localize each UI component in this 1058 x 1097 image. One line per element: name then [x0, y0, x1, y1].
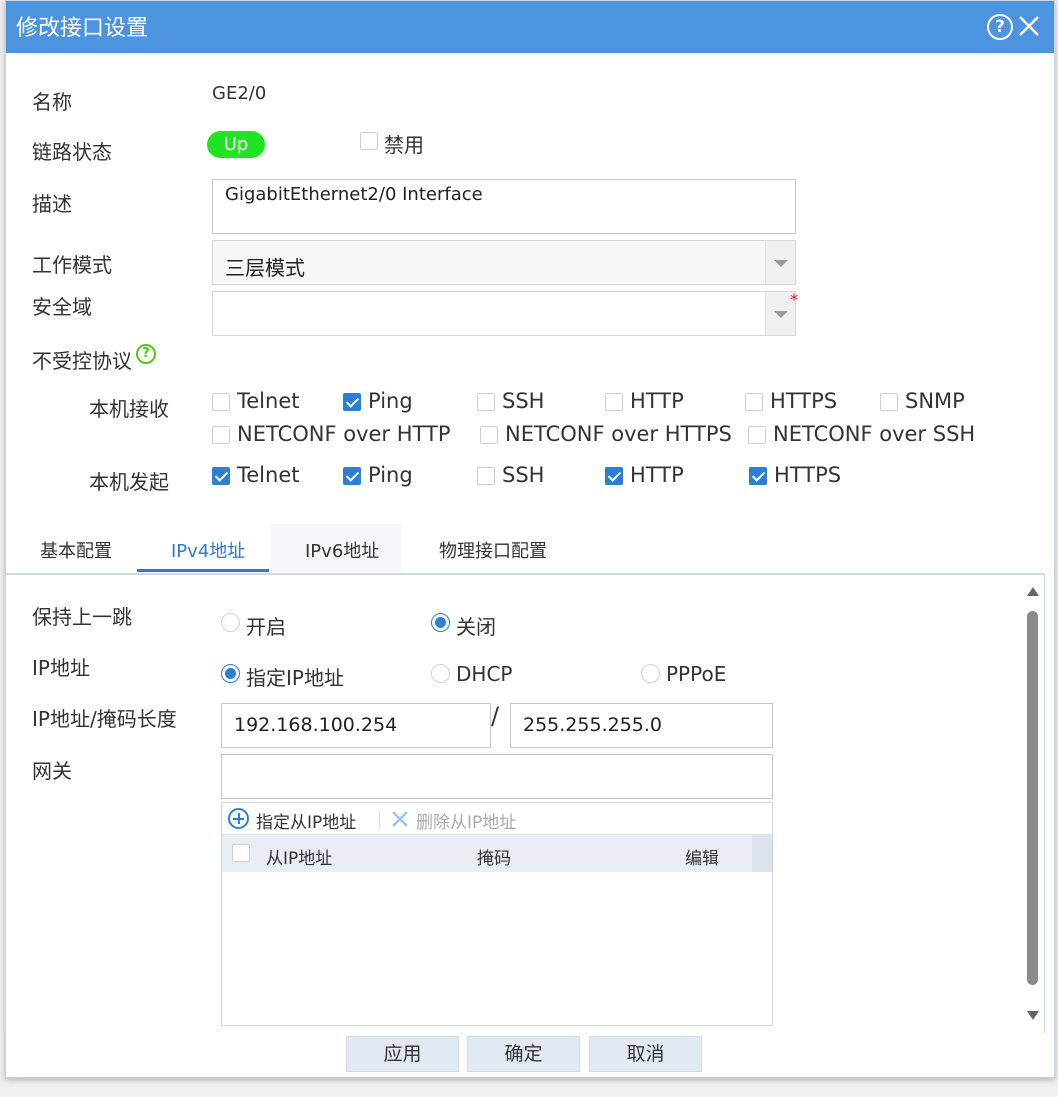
- receive-telnet-checkbox[interactable]: [212, 393, 230, 411]
- ip-mask-label: IP地址/掩码长度: [32, 707, 177, 731]
- scroll-up-arrow-icon[interactable]: [1027, 587, 1039, 596]
- work-mode-label: 工作模式: [32, 253, 112, 277]
- local-receive-label: 本机接收: [89, 397, 169, 421]
- receive-ssh-checkbox[interactable]: [477, 393, 495, 411]
- ip-pppoe-label: PPPoE: [666, 662, 727, 686]
- receive-snmp-label: SNMP: [905, 389, 965, 413]
- required-mark: *: [790, 290, 798, 309]
- cancel-button[interactable]: 取消: [589, 1036, 702, 1072]
- ip-mask-separator: /: [491, 702, 500, 730]
- add-secondary-ip-button[interactable]: 指定从IP地址: [256, 808, 356, 833]
- receive-http-label: HTTP: [630, 389, 684, 413]
- ip-address-input[interactable]: 192.168.100.254: [221, 703, 491, 748]
- description-textarea[interactable]: GigabitEthernet2/0 Interface: [212, 179, 796, 234]
- security-zone-label: 安全域: [32, 295, 92, 319]
- header-scroll-column: [752, 835, 772, 872]
- tab-ipv6[interactable]: IPv6地址: [305, 537, 379, 563]
- receive-netconf-https-checkbox[interactable]: [480, 426, 498, 444]
- initiate-ping-checkbox[interactable]: [343, 467, 361, 485]
- ip-dhcp-radio[interactable]: [431, 664, 450, 683]
- receive-https-checkbox[interactable]: [745, 393, 763, 411]
- tab-physical-config[interactable]: 物理接口配置: [439, 537, 547, 563]
- receive-ping-checkbox[interactable]: [343, 393, 361, 411]
- link-status-badge: Up: [207, 131, 265, 158]
- ip-address-value: 192.168.100.254: [234, 714, 398, 736]
- receive-http-checkbox[interactable]: [605, 393, 623, 411]
- link-status-label: 链路状态: [32, 140, 112, 164]
- question-help-icon[interactable]: ?: [136, 344, 156, 364]
- delete-x-icon: [392, 811, 408, 827]
- initiate-https-checkbox[interactable]: [749, 467, 767, 485]
- keep-hop-on-radio[interactable]: [221, 613, 240, 632]
- ip-static-radio[interactable]: [221, 664, 240, 683]
- initiate-telnet-label: Telnet: [237, 463, 300, 487]
- active-tab-indicator: [137, 569, 269, 572]
- column-mask: 掩码: [477, 849, 511, 869]
- gateway-input[interactable]: [221, 754, 773, 799]
- ip-address-label: IP地址: [32, 656, 90, 680]
- column-secondary-ip: 从IP地址: [266, 849, 333, 869]
- toolbar-separator: [379, 811, 380, 828]
- receive-telnet-label: Telnet: [237, 389, 300, 413]
- ip-pppoe-radio[interactable]: [641, 664, 660, 683]
- security-zone-select[interactable]: [212, 291, 796, 336]
- receive-snmp-checkbox[interactable]: [880, 393, 898, 411]
- scroll-thumb[interactable]: [1027, 611, 1038, 985]
- mask-value: 255.255.255.0: [523, 714, 663, 736]
- keep-hop-label: 保持上一跳: [32, 605, 132, 629]
- ip-dhcp-label: DHCP: [456, 662, 513, 686]
- initiate-http-label: HTTP: [630, 463, 684, 487]
- apply-button[interactable]: 应用: [346, 1036, 459, 1072]
- description-label: 描述: [32, 192, 72, 216]
- dialog-titlebar: 修改接口设置 ?: [6, 1, 1054, 53]
- receive-netconf-https-label: NETCONF over HTTPS: [505, 422, 732, 446]
- receive-ping-label: Ping: [368, 389, 413, 413]
- description-value: GigabitEthernet2/0 Interface: [225, 184, 483, 205]
- keep-hop-off-radio[interactable]: [431, 613, 450, 632]
- receive-netconf-ssh-checkbox[interactable]: [748, 426, 766, 444]
- chevron-down-icon: [765, 241, 795, 284]
- secondary-ip-toolbar: 指定从IP地址 删除从IP地址: [222, 803, 772, 835]
- column-edit: 编辑: [685, 849, 719, 869]
- ok-button[interactable]: 确定: [467, 1036, 580, 1072]
- tab-ipv4[interactable]: IPv4地址: [171, 537, 245, 563]
- scroll-down-arrow-icon[interactable]: [1027, 1011, 1039, 1020]
- initiate-ssh-label: SSH: [502, 463, 545, 487]
- name-value: GE2/0: [212, 83, 267, 104]
- disable-checkbox[interactable]: [360, 132, 378, 150]
- add-circle-icon[interactable]: [228, 808, 249, 829]
- receive-ssh-label: SSH: [502, 389, 545, 413]
- receive-netconf-ssh-label: NETCONF over SSH: [773, 422, 976, 446]
- initiate-ssh-checkbox[interactable]: [477, 467, 495, 485]
- name-label: 名称: [32, 90, 72, 114]
- secondary-ip-table: 指定从IP地址 删除从IP地址 从IP地址 掩码 编辑: [221, 802, 773, 1026]
- help-icon[interactable]: ?: [987, 14, 1013, 40]
- initiate-http-checkbox[interactable]: [605, 467, 623, 485]
- receive-netconf-http-checkbox[interactable]: [212, 426, 230, 444]
- panel-scrollbar[interactable]: [1024, 585, 1042, 1025]
- ip-static-label: 指定IP地址: [246, 666, 344, 690]
- gateway-label: 网关: [32, 759, 72, 783]
- uncontrolled-protocol-label: 不受控协议: [32, 349, 132, 373]
- initiate-ping-label: Ping: [368, 463, 413, 487]
- select-all-checkbox[interactable]: [232, 844, 250, 862]
- receive-netconf-http-label: NETCONF over HTTP: [237, 422, 451, 446]
- initiate-https-label: HTTPS: [774, 463, 842, 487]
- mask-input[interactable]: 255.255.255.0: [510, 703, 773, 748]
- delete-secondary-ip-button[interactable]: 删除从IP地址: [416, 808, 516, 833]
- work-mode-value: 三层模式: [225, 256, 305, 280]
- initiate-telnet-checkbox[interactable]: [212, 467, 230, 485]
- receive-https-label: HTTPS: [770, 389, 838, 413]
- disable-label: 禁用: [384, 133, 424, 157]
- work-mode-select[interactable]: 三层模式: [212, 240, 796, 285]
- tab-basic-config[interactable]: 基本配置: [40, 537, 112, 563]
- local-initiate-label: 本机发起: [89, 470, 169, 494]
- keep-hop-off-label: 关闭: [456, 615, 496, 639]
- close-icon[interactable]: [1016, 13, 1042, 39]
- keep-hop-on-label: 开启: [246, 615, 286, 639]
- dialog-title: 修改接口设置: [16, 16, 149, 41]
